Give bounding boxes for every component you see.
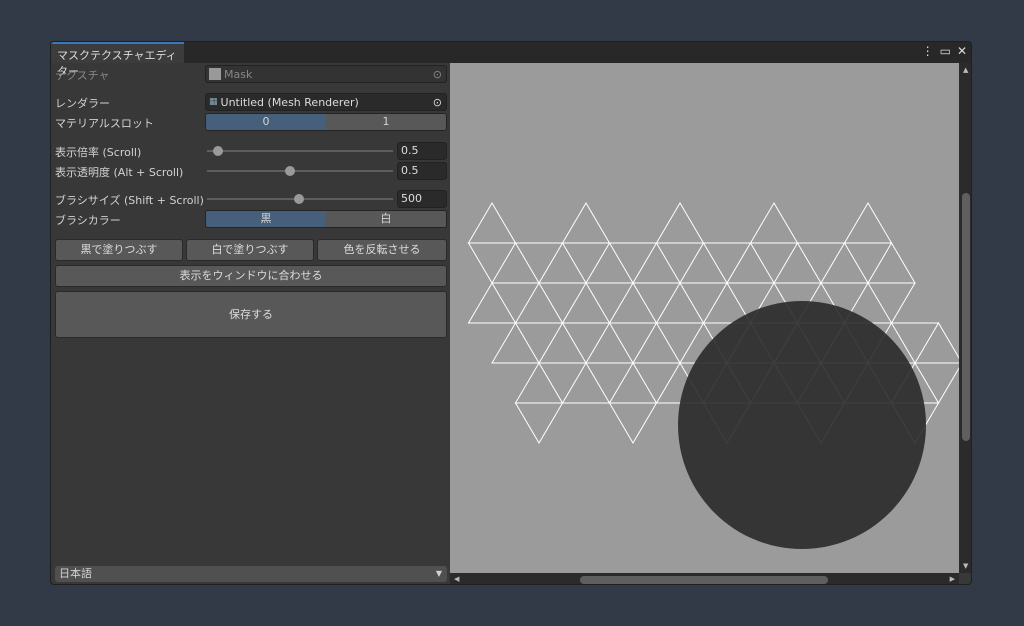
fit-to-window-button[interactable]: 表示をウィンドウに合わせる	[55, 265, 447, 287]
brush-color-toggle: 黒 白	[205, 210, 447, 228]
brush-size-input[interactable]: 500	[397, 190, 447, 208]
texture-icon	[209, 68, 221, 80]
texture-value: Mask	[224, 67, 253, 81]
chevron-down-icon: ▼	[435, 569, 442, 578]
horizontal-scroll-thumb[interactable]	[580, 576, 828, 584]
mask-texture-editor-window: マスクテクスチャエディター ⋮ ▭ ✕ テクスチャ Mask ⊙ レンダラー ▦…	[50, 41, 972, 585]
texture-preview-canvas[interactable]	[450, 63, 959, 573]
painted-black-region	[678, 301, 926, 549]
scroll-up-icon[interactable]: ▲	[963, 66, 968, 74]
object-picker-icon: ⊙	[432, 67, 442, 81]
zoom-slider[interactable]	[205, 142, 393, 160]
texture-field: Mask ⊙	[205, 65, 447, 83]
kebab-menu-icon[interactable]: ⋮	[922, 44, 934, 58]
brush-color-black[interactable]: 黒	[206, 211, 326, 227]
material-slot-label: マテリアルスロット	[55, 117, 154, 130]
opacity-slider[interactable]	[205, 162, 393, 180]
material-slot-1[interactable]: 1	[326, 114, 446, 130]
brush-color-label: ブラシカラー	[55, 214, 121, 227]
language-value: 日本語	[59, 567, 92, 580]
close-icon[interactable]: ✕	[957, 44, 967, 58]
material-slot-toggle: 0 1	[205, 113, 447, 131]
vertical-scrollbar[interactable]: ▲ ▼	[959, 63, 971, 573]
renderer-value: Untitled (Mesh Renderer)	[220, 95, 359, 109]
tab-mask-texture-editor[interactable]: マスクテクスチャエディター	[51, 42, 184, 78]
fill-white-button[interactable]: 白で塗りつぶす	[186, 239, 314, 261]
renderer-field[interactable]: ▦ Untitled (Mesh Renderer) ⊙	[205, 93, 447, 111]
mesh-renderer-icon: ▦	[209, 97, 218, 107]
invert-button[interactable]: 色を反転させる	[317, 239, 447, 261]
scroll-left-icon[interactable]: ◀	[454, 575, 459, 583]
texture-label: テクスチャ	[55, 69, 110, 82]
zoom-input[interactable]: 0.5	[397, 142, 447, 160]
language-dropdown[interactable]: 日本語 ▼	[55, 566, 447, 582]
brush-size-slider[interactable]	[205, 190, 393, 208]
maximize-icon[interactable]: ▭	[940, 44, 951, 58]
material-slot-0[interactable]: 0	[206, 114, 326, 130]
zoom-label: 表示倍率 (Scroll)	[55, 146, 142, 159]
horizontal-scrollbar[interactable]: ◀ ▶	[450, 573, 959, 584]
object-picker-icon[interactable]: ⊙	[433, 96, 442, 109]
brush-color-white[interactable]: 白	[326, 211, 446, 227]
settings-panel: テクスチャ Mask ⊙ レンダラー ▦ Untitled (Mesh Rend…	[51, 63, 449, 584]
save-button[interactable]: 保存する	[55, 291, 447, 338]
opacity-input[interactable]: 0.5	[397, 162, 447, 180]
scroll-down-icon[interactable]: ▼	[963, 562, 968, 570]
tab-bar: マスクテクスチャエディター ⋮ ▭ ✕	[51, 42, 971, 78]
renderer-label: レンダラー	[55, 97, 110, 110]
vertical-scroll-thumb[interactable]	[962, 193, 970, 441]
brush-size-label: ブラシサイズ (Shift + Scroll)	[55, 194, 204, 207]
scroll-right-icon[interactable]: ▶	[950, 575, 955, 583]
fill-black-button[interactable]: 黒で塗りつぶす	[55, 239, 183, 261]
opacity-label: 表示透明度 (Alt + Scroll)	[55, 166, 184, 179]
uv-mesh-overlay	[467, 202, 959, 549]
